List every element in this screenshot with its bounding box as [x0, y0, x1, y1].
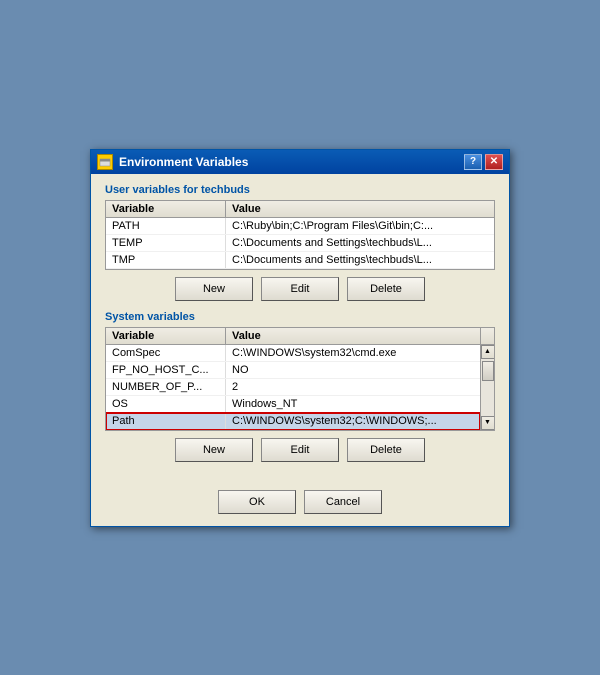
close-button[interactable]: ✕: [485, 154, 503, 170]
user-row-2-val: C:\Documents and Settings\techbuds\L...: [226, 252, 494, 268]
user-table-header: Variable Value: [106, 201, 494, 218]
system-variables-table: Variable Value ComSpec C:\WINDOWS\system…: [105, 327, 495, 431]
table-row[interactable]: OS Windows_NT: [106, 396, 480, 413]
user-row-1-var: TEMP: [106, 235, 226, 251]
user-row-0-val: C:\Ruby\bin;C:\Program Files\Git\bin;C:.…: [226, 218, 494, 234]
sys-row-2-var: NUMBER_OF_P...: [106, 379, 226, 395]
cancel-button[interactable]: Cancel: [304, 490, 382, 514]
sys-row-0-val: C:\WINDOWS\system32\cmd.exe: [226, 345, 480, 361]
sys-row-1-var: FP_NO_HOST_C...: [106, 362, 226, 378]
ok-button[interactable]: OK: [218, 490, 296, 514]
environment-variables-dialog: Environment Variables ? ✕ User variables…: [90, 149, 510, 527]
system-table-scrollable: ComSpec C:\WINDOWS\system32\cmd.exe FP_N…: [106, 345, 494, 430]
scroll-down-arrow[interactable]: ▼: [481, 416, 495, 430]
title-bar-left: Environment Variables: [97, 154, 248, 170]
user-new-button[interactable]: New: [175, 277, 253, 301]
sys-row-2-val: 2: [226, 379, 480, 395]
sys-row-3-var: OS: [106, 396, 226, 412]
user-variables-table: Variable Value PATH C:\Ruby\bin;C:\Progr…: [105, 200, 495, 270]
system-delete-button[interactable]: Delete: [347, 438, 425, 462]
dialog-footer: OK Cancel: [91, 484, 509, 526]
system-scrollbar[interactable]: ▲ ▼: [480, 345, 494, 430]
system-table-header: Variable Value: [106, 328, 494, 345]
dialog-content: User variables for techbuds Variable Val…: [91, 174, 509, 484]
table-row-selected[interactable]: Path C:\WINDOWS\system32;C:\WINDOWS;...: [106, 413, 480, 430]
user-row-2-var: TMP: [106, 252, 226, 268]
user-edit-button[interactable]: Edit: [261, 277, 339, 301]
table-row[interactable]: FP_NO_HOST_C... NO: [106, 362, 480, 379]
user-delete-button[interactable]: Delete: [347, 277, 425, 301]
system-table-body: ComSpec C:\WINDOWS\system32\cmd.exe FP_N…: [106, 345, 480, 430]
title-bar-controls: ? ✕: [464, 154, 503, 170]
system-new-button[interactable]: New: [175, 438, 253, 462]
system-col-value-header: Value: [226, 328, 480, 344]
table-row[interactable]: TMP C:\Documents and Settings\techbuds\L…: [106, 252, 494, 269]
system-variables-section: System variables Variable Value ComSpec …: [105, 311, 495, 462]
system-section-label: System variables: [105, 311, 495, 323]
system-edit-button[interactable]: Edit: [261, 438, 339, 462]
user-col-variable-header: Variable: [106, 201, 226, 217]
scroll-thumb[interactable]: [482, 361, 494, 381]
user-row-0-var: PATH: [106, 218, 226, 234]
user-table-body: PATH C:\Ruby\bin;C:\Program Files\Git\bi…: [106, 218, 494, 269]
scrollbar-placeholder: [480, 328, 494, 344]
user-variables-section: User variables for techbuds Variable Val…: [105, 184, 495, 301]
user-col-value-header: Value: [226, 201, 494, 217]
user-row-1-val: C:\Documents and Settings\techbuds\L...: [226, 235, 494, 251]
user-button-row: New Edit Delete: [105, 277, 495, 301]
table-row[interactable]: TEMP C:\Documents and Settings\techbuds\…: [106, 235, 494, 252]
system-col-variable-header: Variable: [106, 328, 226, 344]
sys-row-3-val: Windows_NT: [226, 396, 480, 412]
title-bar: Environment Variables ? ✕: [91, 150, 509, 174]
scroll-up-arrow[interactable]: ▲: [481, 345, 495, 359]
sys-row-0-var: ComSpec: [106, 345, 226, 361]
scroll-track[interactable]: [481, 359, 494, 416]
sys-row-4-val: C:\WINDOWS\system32;C:\WINDOWS;...: [226, 413, 480, 429]
table-row[interactable]: PATH C:\Ruby\bin;C:\Program Files\Git\bi…: [106, 218, 494, 235]
user-section-label: User variables for techbuds: [105, 184, 495, 196]
help-button[interactable]: ?: [464, 154, 482, 170]
table-row[interactable]: NUMBER_OF_P... 2: [106, 379, 480, 396]
dialog-icon: [97, 154, 113, 170]
sys-row-4-var: Path: [106, 413, 226, 429]
sys-row-1-val: NO: [226, 362, 480, 378]
system-button-row: New Edit Delete: [105, 438, 495, 462]
dialog-title: Environment Variables: [119, 155, 248, 169]
table-row[interactable]: ComSpec C:\WINDOWS\system32\cmd.exe: [106, 345, 480, 362]
